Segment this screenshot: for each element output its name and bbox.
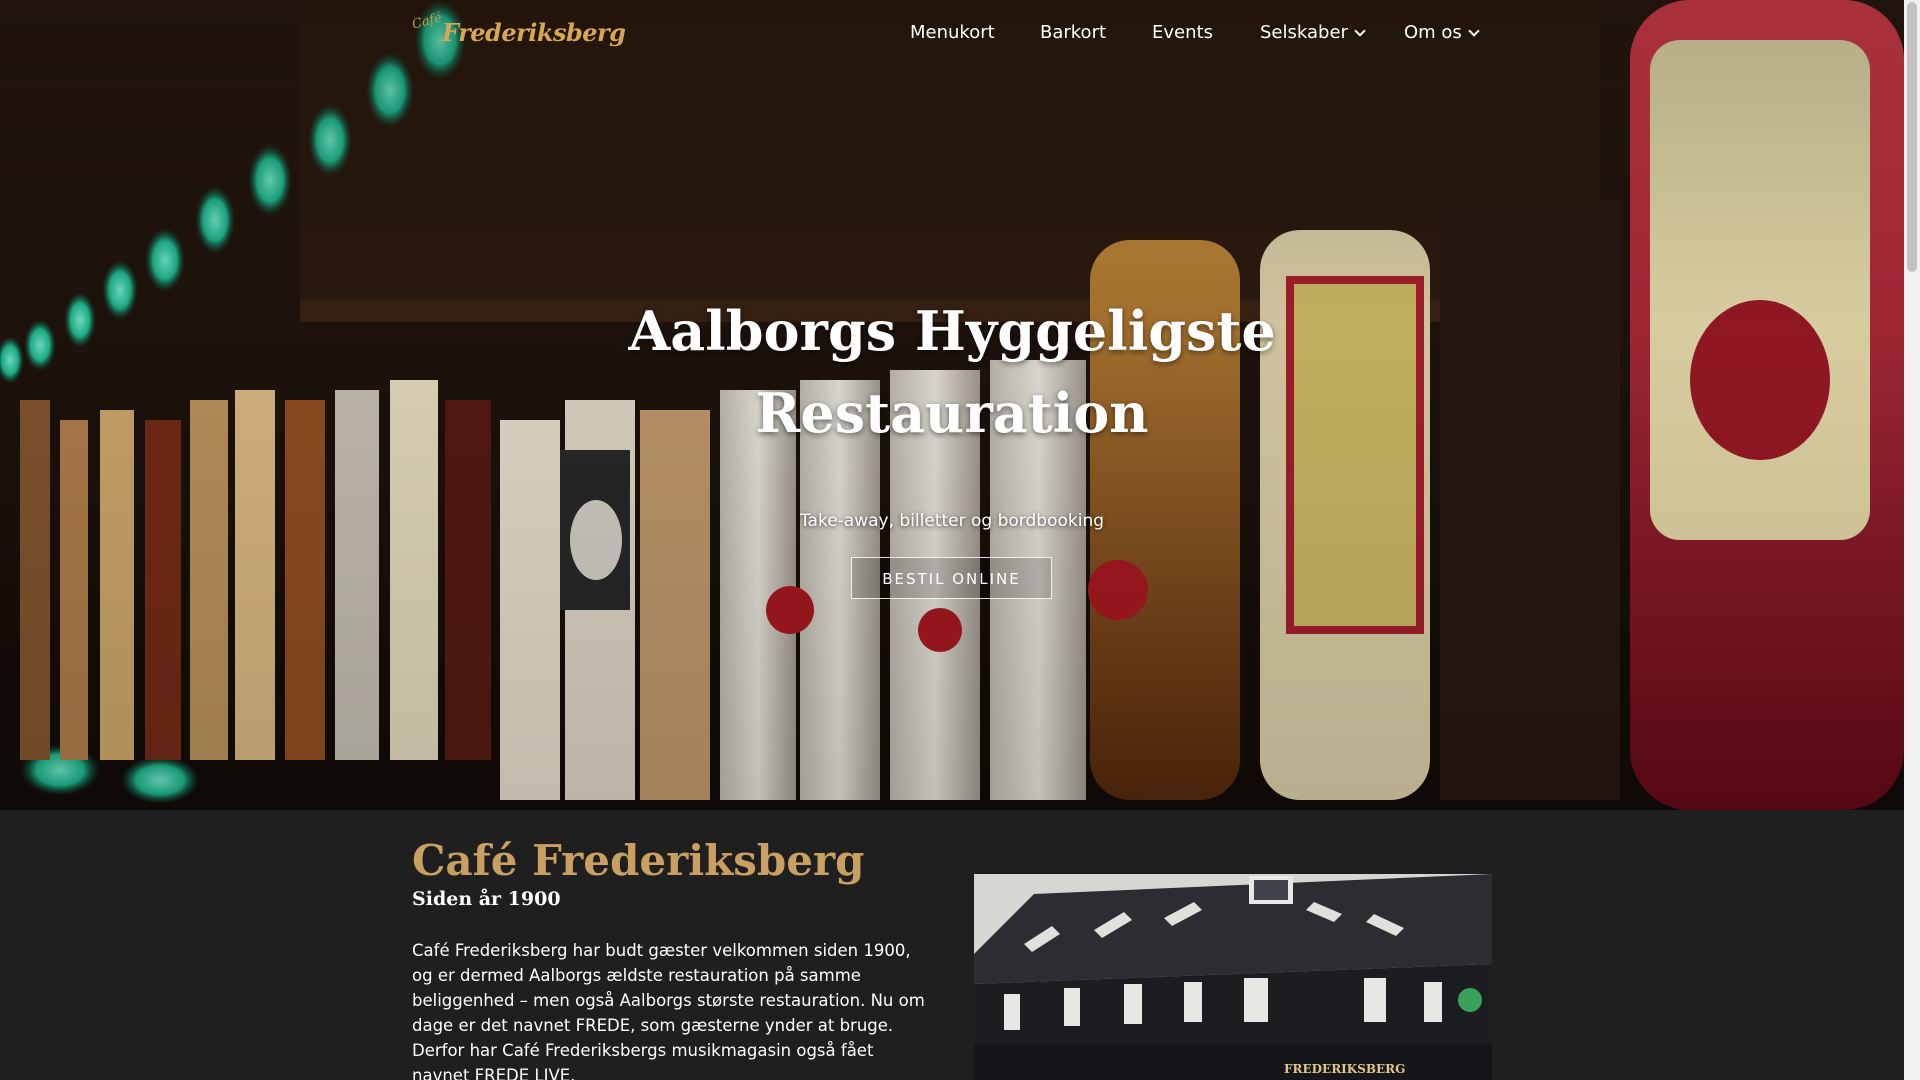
page: Café Frederiksberg Menukort Barkort Even… xyxy=(0,0,1920,1080)
nav-item-barkort[interactable]: Barkort xyxy=(1040,22,1106,43)
hero-section: Café Frederiksberg Menukort Barkort Even… xyxy=(0,0,1904,810)
hero-subtitle: Take-away, billetter og bordbooking xyxy=(799,511,1105,531)
about-body-text: Café Frederiksberg har budt gæster velko… xyxy=(412,941,925,1080)
nav-item-events[interactable]: Events xyxy=(1152,22,1213,43)
scrollbar-thumb[interactable] xyxy=(1907,2,1917,272)
chevron-down-icon xyxy=(1354,24,1366,37)
main-nav: Menukort Barkort Events Selskaber Om os xyxy=(0,22,1904,46)
hero-title: Aalborgs Hyggeligste Restauration xyxy=(600,290,1304,454)
about-section: Café Frederiksberg Siden år 1900 Café Fr… xyxy=(0,810,1904,1080)
nav-label: Events xyxy=(1152,22,1213,43)
nav-label: Om os xyxy=(1404,22,1462,43)
page-scrollbar[interactable] xyxy=(1904,0,1920,1080)
nav-label: Menukort xyxy=(910,22,995,43)
about-title: Café Frederiksberg xyxy=(412,836,865,885)
about-subtitle: Siden år 1900 xyxy=(412,888,561,910)
nav-item-om-os[interactable]: Om os xyxy=(1404,22,1480,43)
chevron-down-icon xyxy=(1468,24,1480,37)
hero-title-line-2: Restauration xyxy=(755,381,1149,445)
nav-item-selskaber[interactable]: Selskaber xyxy=(1260,22,1366,43)
nav-label: Barkort xyxy=(1040,22,1107,43)
nav-item-menukort[interactable]: Menukort xyxy=(910,22,995,43)
building-photo: FREDERIKSBERG xyxy=(974,874,1492,1080)
building-sign-text: FREDERIKSBERG xyxy=(1284,1062,1405,1076)
order-online-button[interactable]: BESTIL ONLINE xyxy=(851,557,1052,599)
hero-title-line-1: Aalborgs Hyggeligste xyxy=(628,299,1276,363)
nav-label: Selskaber xyxy=(1260,22,1348,43)
